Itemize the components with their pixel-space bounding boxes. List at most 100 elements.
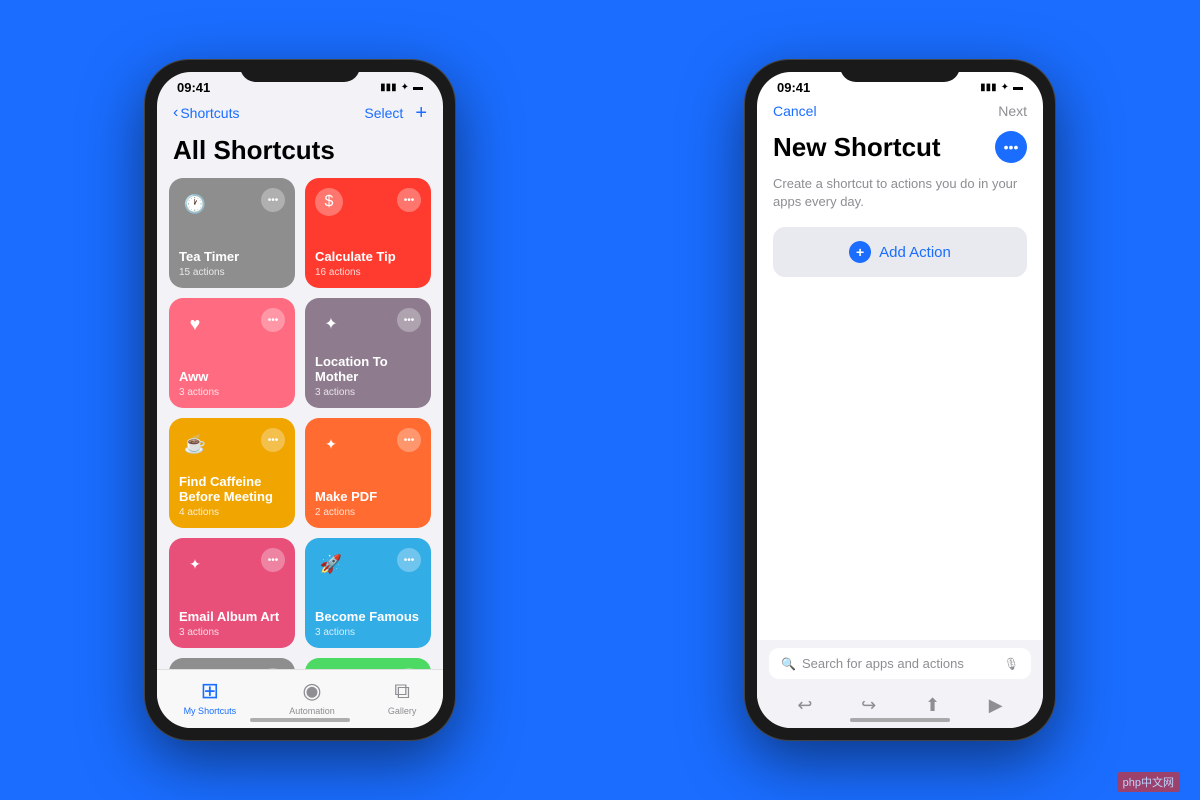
share-button[interactable]: ⬆ bbox=[925, 695, 940, 716]
status-icons-1: ▮▮▮ ✦ ▬ bbox=[380, 82, 423, 93]
automation-label: Automation bbox=[289, 706, 335, 716]
signal-icon-2: ▮▮▮ bbox=[980, 82, 997, 93]
undo-button[interactable]: ↩ bbox=[797, 695, 812, 716]
email-album-name: Email Album Art bbox=[179, 609, 285, 625]
shortcut-card-unnamed2[interactable]: ✦ ••• bbox=[305, 658, 431, 669]
makepdf-menu[interactable]: ••• bbox=[397, 428, 421, 452]
phone-2: 09:41 ▮▮▮ ✦ ▬ Cancel Next New Shortcut •… bbox=[745, 60, 1055, 740]
unnamed1-menu[interactable]: ••• bbox=[261, 668, 285, 669]
shortcut-card-calculate-tip[interactable]: $ ••• Calculate Tip 16 actions bbox=[305, 178, 431, 288]
search-bar-container: 🔍 Search for apps and actions 🎙 bbox=[757, 640, 1043, 687]
phone-1-screen: 09:41 ▮▮▮ ✦ ▬ ‹ Shortcuts Select + All S… bbox=[157, 72, 443, 728]
my-shortcuts-label: My Shortcuts bbox=[184, 706, 237, 716]
add-shortcut-button[interactable]: + bbox=[415, 103, 427, 123]
cancel-button[interactable]: Cancel bbox=[773, 103, 817, 119]
aww-menu[interactable]: ••• bbox=[261, 308, 285, 332]
redo-button[interactable]: ↪ bbox=[861, 695, 876, 716]
empty-canvas bbox=[757, 293, 1043, 640]
tea-timer-icon: 🕐 bbox=[179, 188, 211, 220]
nav-bar-2: Cancel Next bbox=[757, 99, 1043, 127]
shortcut-card-location[interactable]: ✦ ••• Location To Mother 3 actions bbox=[305, 298, 431, 408]
back-chevron-icon: ‹ bbox=[173, 104, 178, 122]
calculate-tip-icon: $ bbox=[315, 188, 343, 216]
shortcut-card-unnamed1[interactable]: ✦ ••• bbox=[169, 658, 295, 669]
status-time-1: 09:41 bbox=[177, 80, 210, 95]
automation-icon: ◉ bbox=[302, 678, 321, 704]
tab-gallery[interactable]: ⧉ Gallery bbox=[388, 678, 417, 716]
shortcut-card-caffeine[interactable]: ☕ ••• Find Caffeine Before Meeting 4 act… bbox=[169, 418, 295, 528]
phone-2-screen: 09:41 ▮▮▮ ✦ ▬ Cancel Next New Shortcut •… bbox=[757, 72, 1043, 728]
microphone-icon[interactable]: 🎙 bbox=[1004, 657, 1019, 671]
become-famous-menu[interactable]: ••• bbox=[397, 548, 421, 572]
play-button[interactable]: ▶ bbox=[989, 695, 1003, 716]
add-action-label: Add Action bbox=[879, 244, 951, 261]
add-action-button[interactable]: + Add Action bbox=[773, 227, 1027, 277]
my-shortcuts-icon: ⊞ bbox=[201, 678, 219, 704]
makepdf-name: Make PDF bbox=[315, 489, 421, 505]
search-bar[interactable]: 🔍 Search for apps and actions 🎙 bbox=[769, 648, 1031, 679]
status-icons-2: ▮▮▮ ✦ ▬ bbox=[980, 82, 1023, 93]
battery-icon: ▬ bbox=[413, 82, 423, 93]
email-album-menu[interactable]: ••• bbox=[261, 548, 285, 572]
wifi-icon-2: ✦ bbox=[1001, 82, 1009, 93]
add-action-plus-icon: + bbox=[849, 241, 871, 263]
tab-my-shortcuts[interactable]: ⊞ My Shortcuts bbox=[184, 678, 237, 716]
tea-timer-actions: 15 actions bbox=[179, 267, 285, 278]
unnamed2-icon: ✦ bbox=[315, 668, 347, 669]
back-label: Shortcuts bbox=[180, 105, 239, 121]
gallery-label: Gallery bbox=[388, 706, 417, 716]
location-menu[interactable]: ••• bbox=[397, 308, 421, 332]
select-button[interactable]: Select bbox=[364, 105, 403, 121]
become-famous-name: Become Famous bbox=[315, 609, 421, 625]
more-options-button[interactable]: ••• bbox=[995, 131, 1027, 163]
email-album-actions: 3 actions bbox=[179, 627, 285, 638]
caffeine-icon: ☕ bbox=[179, 428, 211, 460]
calculate-tip-actions: 16 actions bbox=[315, 267, 421, 278]
nav-bar-1: ‹ Shortcuts Select + bbox=[157, 99, 443, 131]
caffeine-name: Find Caffeine Before Meeting bbox=[179, 474, 285, 505]
shortcut-description: Create a shortcut to actions you do in y… bbox=[757, 171, 1043, 227]
tab-automation[interactable]: ◉ Automation bbox=[289, 678, 335, 716]
shortcut-card-makepdf[interactable]: ✦ ••• Make PDF 2 actions bbox=[305, 418, 431, 528]
new-shortcut-title: New Shortcut bbox=[773, 132, 941, 163]
location-icon: ✦ bbox=[315, 308, 347, 340]
search-placeholder: Search for apps and actions bbox=[802, 656, 998, 671]
signal-icon: ▮▮▮ bbox=[380, 82, 397, 93]
makepdf-icon: ✦ bbox=[315, 428, 347, 460]
page-title: All Shortcuts bbox=[157, 131, 443, 178]
nav-actions: Select + bbox=[364, 103, 427, 123]
shortcut-card-aww[interactable]: ♥ ••• Aww 3 actions bbox=[169, 298, 295, 408]
new-shortcut-title-row: New Shortcut ••• bbox=[757, 127, 1043, 171]
status-time-2: 09:41 bbox=[777, 80, 810, 95]
next-button[interactable]: Next bbox=[998, 103, 1027, 119]
shortcut-card-tea-timer[interactable]: 🕐 ••• Tea Timer 15 actions bbox=[169, 178, 295, 288]
aww-actions: 3 actions bbox=[179, 387, 285, 398]
search-icon: 🔍 bbox=[781, 657, 796, 671]
gallery-icon: ⧉ bbox=[394, 678, 410, 704]
watermark: php中文网 bbox=[1117, 772, 1180, 792]
location-name: Location To Mother bbox=[315, 354, 421, 385]
notch bbox=[240, 60, 360, 82]
calculate-tip-name: Calculate Tip bbox=[315, 249, 421, 265]
home-indicator bbox=[250, 718, 350, 722]
notch-2 bbox=[840, 60, 960, 82]
unnamed2-menu[interactable]: ••• bbox=[397, 668, 421, 669]
shortcut-card-email-album[interactable]: ✦ ••• Email Album Art 3 actions bbox=[169, 538, 295, 648]
tea-timer-menu[interactable]: ••• bbox=[261, 188, 285, 212]
makepdf-actions: 2 actions bbox=[315, 507, 421, 518]
home-indicator-2 bbox=[850, 718, 950, 722]
become-famous-icon: 🚀 bbox=[315, 548, 347, 580]
aww-icon: ♥ bbox=[179, 308, 211, 340]
shortcut-card-become-famous[interactable]: 🚀 ••• Become Famous 3 actions bbox=[305, 538, 431, 648]
unnamed1-icon: ✦ bbox=[179, 668, 211, 669]
aww-name: Aww bbox=[179, 369, 285, 385]
wifi-icon: ✦ bbox=[401, 82, 409, 93]
back-button[interactable]: ‹ Shortcuts bbox=[173, 104, 239, 122]
caffeine-menu[interactable]: ••• bbox=[261, 428, 285, 452]
tea-timer-name: Tea Timer bbox=[179, 249, 285, 265]
calculate-tip-menu[interactable]: ••• bbox=[397, 188, 421, 212]
become-famous-actions: 3 actions bbox=[315, 627, 421, 638]
email-album-icon: ✦ bbox=[179, 548, 211, 580]
location-actions: 3 actions bbox=[315, 387, 421, 398]
battery-icon-2: ▬ bbox=[1013, 82, 1023, 93]
